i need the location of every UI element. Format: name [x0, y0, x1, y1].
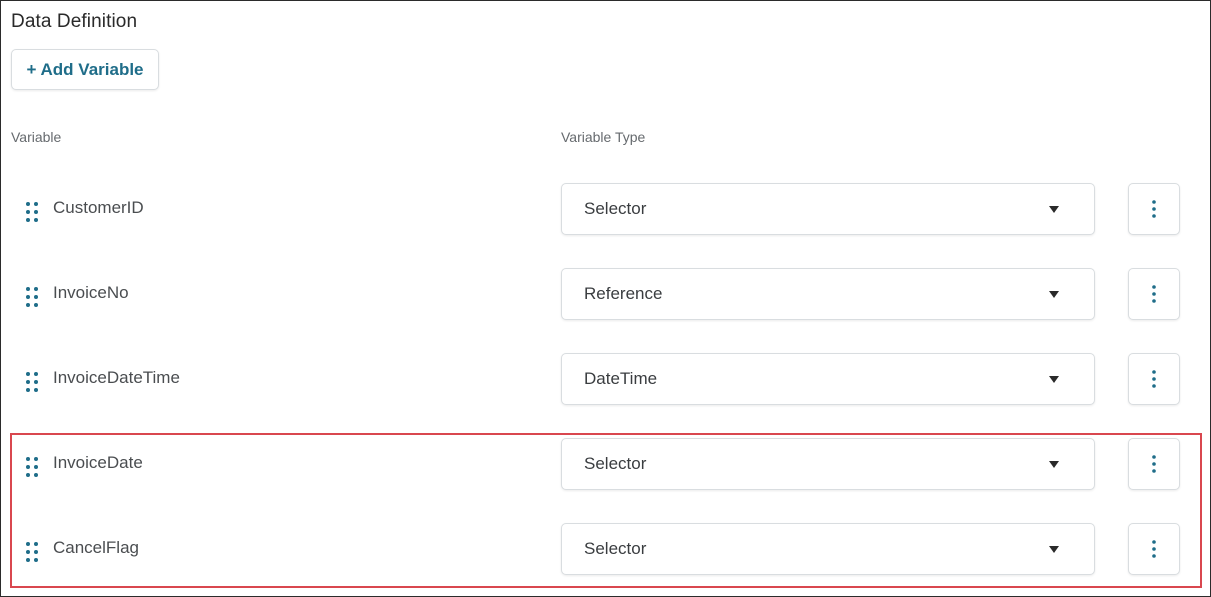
- drag-handle-icon[interactable]: [25, 201, 39, 223]
- variable-row: InvoiceDate Selector: [1, 438, 1201, 492]
- caret-down-icon: [1049, 546, 1059, 553]
- more-options-button[interactable]: [1128, 183, 1180, 235]
- add-variable-button[interactable]: + Add Variable: [11, 49, 159, 90]
- more-vertical-icon: [1152, 285, 1156, 303]
- variable-name: CustomerID: [53, 198, 144, 217]
- more-vertical-icon: [1152, 455, 1156, 473]
- drag-handle-icon[interactable]: [25, 456, 39, 478]
- caret-down-icon: [1049, 291, 1059, 298]
- more-options-button[interactable]: [1128, 268, 1180, 320]
- variable-name: InvoiceDate: [53, 453, 143, 472]
- data-definition-panel: Data Definition + Add Variable Variable …: [0, 0, 1211, 597]
- variable-type-dropdown[interactable]: DateTime: [561, 353, 1095, 405]
- variable-name: InvoiceDateTime: [53, 368, 180, 387]
- more-options-button[interactable]: [1128, 523, 1180, 575]
- variable-name: CancelFlag: [53, 538, 139, 557]
- caret-down-icon: [1049, 206, 1059, 213]
- drag-handle-icon[interactable]: [25, 541, 39, 563]
- variable-type-value: DateTime: [584, 369, 658, 388]
- variable-type-dropdown[interactable]: Reference: [561, 268, 1095, 320]
- variable-name: InvoiceNo: [53, 283, 129, 302]
- caret-down-icon: [1049, 461, 1059, 468]
- variable-row: CancelFlag Selector: [1, 523, 1201, 577]
- variable-row: CustomerID Selector: [1, 183, 1201, 237]
- drag-handle-icon[interactable]: [25, 371, 39, 393]
- variable-type-value: Reference: [584, 284, 663, 303]
- variable-type-value: Selector: [584, 454, 647, 473]
- variable-row: InvoiceNo Reference: [1, 268, 1201, 322]
- more-vertical-icon: [1152, 540, 1156, 558]
- more-vertical-icon: [1152, 370, 1156, 388]
- variable-row: InvoiceDateTime DateTime: [1, 353, 1201, 407]
- more-options-button[interactable]: [1128, 438, 1180, 490]
- more-options-button[interactable]: [1128, 353, 1180, 405]
- variable-type-dropdown[interactable]: Selector: [561, 438, 1095, 490]
- drag-handle-icon[interactable]: [25, 286, 39, 308]
- variable-type-dropdown[interactable]: Selector: [561, 183, 1095, 235]
- column-header-variable-type: Variable Type: [561, 129, 646, 145]
- section-title: Data Definition: [11, 11, 138, 32]
- more-vertical-icon: [1152, 200, 1156, 218]
- caret-down-icon: [1049, 376, 1059, 383]
- variable-type-value: Selector: [584, 199, 647, 218]
- column-header-variable: Variable: [11, 129, 62, 145]
- variable-type-value: Selector: [584, 539, 647, 558]
- variable-type-dropdown[interactable]: Selector: [561, 523, 1095, 575]
